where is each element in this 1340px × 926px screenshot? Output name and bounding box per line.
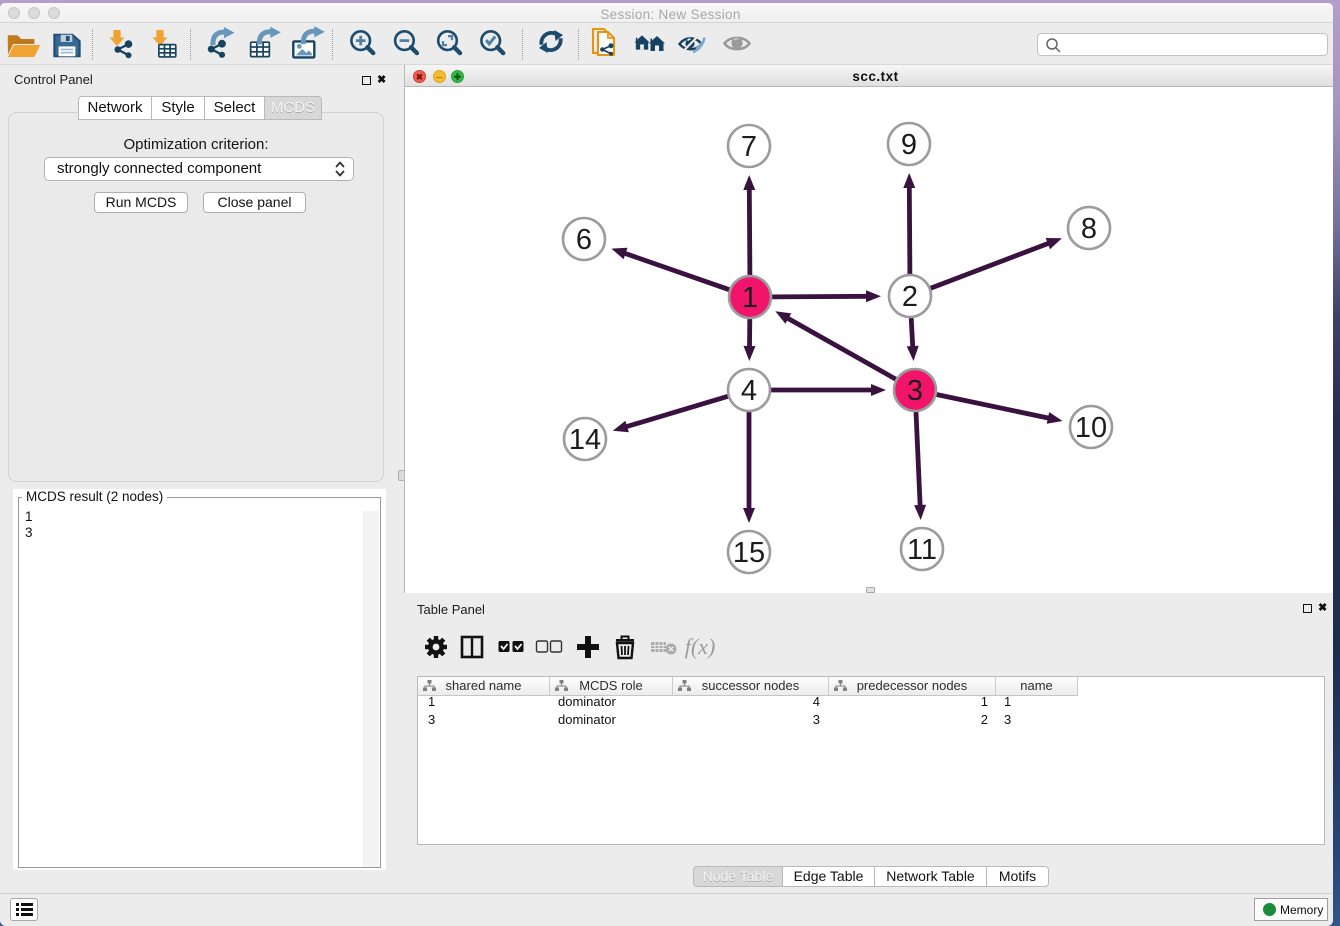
svg-text:6: 6 bbox=[576, 224, 592, 256]
svg-text:14: 14 bbox=[569, 424, 601, 456]
svg-text:9: 9 bbox=[901, 129, 917, 161]
svg-text:f(x): f(x) bbox=[685, 634, 716, 659]
svg-text:8: 8 bbox=[1081, 213, 1097, 245]
svg-text:4: 4 bbox=[741, 375, 757, 407]
svg-text:1: 1 bbox=[742, 282, 758, 314]
svg-text:15: 15 bbox=[733, 537, 765, 569]
svg-text:2: 2 bbox=[902, 281, 918, 313]
svg-text:7: 7 bbox=[741, 131, 757, 163]
svg-text:10: 10 bbox=[1075, 412, 1107, 444]
svg-text:3: 3 bbox=[907, 375, 923, 407]
svg-text:11: 11 bbox=[907, 534, 937, 566]
